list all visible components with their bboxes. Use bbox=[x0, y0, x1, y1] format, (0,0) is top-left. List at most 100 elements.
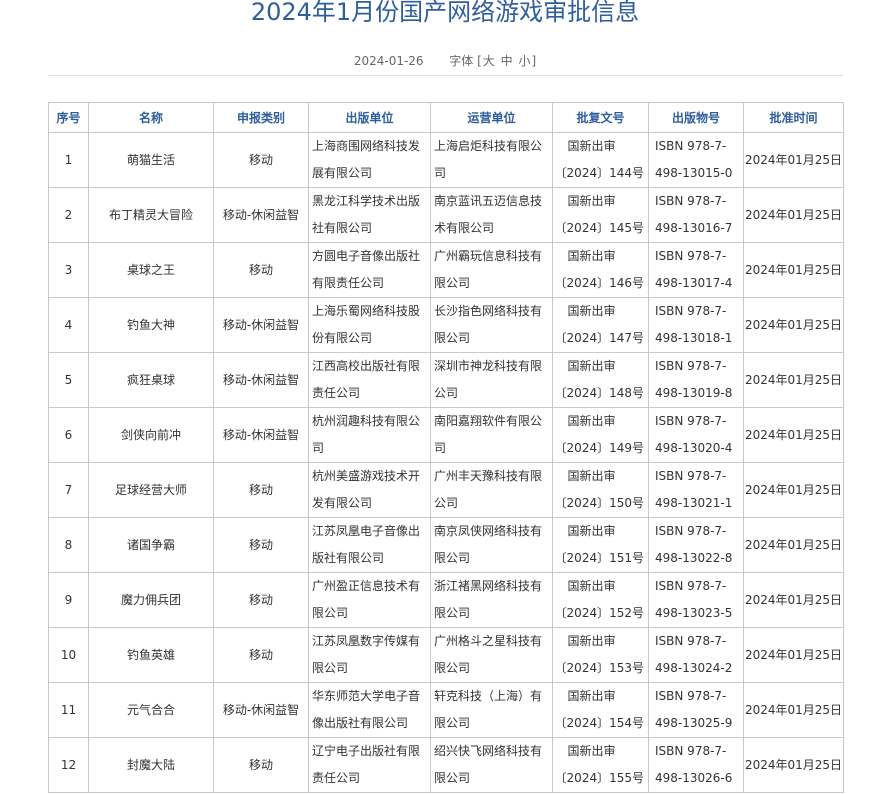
table-row: 5 疯狂桌球 移动-休闲益智 江西高校出版社有限责任公司 深圳市神龙科技有限公司 国新出审… bbox=[48, 352, 844, 408]
operator: 南阳嘉翔软件有限公司 bbox=[430, 407, 553, 463]
publisher: 江苏凤凰数字传媒有限公司 bbox=[308, 627, 431, 683]
approval-date: 2024年01月25日 bbox=[743, 517, 844, 573]
operator: 深圳市神龙科技有限公司 bbox=[430, 352, 553, 408]
header-cell: 申报类别 bbox=[213, 102, 309, 133]
game-name: 魔力佣兵团 bbox=[88, 572, 214, 628]
header-cell: 出版物号 bbox=[648, 102, 744, 133]
isbn: ISBN 978-7- 498-13015-0 bbox=[648, 132, 744, 188]
approval-line-1: 国新出审 bbox=[567, 414, 616, 428]
isbn-line-2: 498-13022-8 bbox=[655, 551, 733, 565]
approval-number: 国新出审 〔2024〕146号 bbox=[552, 242, 649, 298]
approval-number: 国新出审 〔2024〕144号 bbox=[552, 132, 649, 188]
approval-line-1: 国新出审 bbox=[567, 469, 616, 483]
approval-line-2: 〔2024〕151号 bbox=[554, 551, 644, 565]
divider bbox=[48, 75, 843, 76]
table-header-row: 序号 名称 申报类别 出版单位 运营单位 批复文号 出版物号 批准时间 bbox=[48, 102, 844, 133]
row-number: 3 bbox=[48, 242, 89, 298]
game-name: 足球经营大师 bbox=[88, 462, 214, 518]
header-cell: 运营单位 bbox=[430, 102, 553, 133]
approval-line-2: 〔2024〕154号 bbox=[554, 716, 644, 730]
isbn-line-2: 498-13023-5 bbox=[655, 606, 733, 620]
approval-table: 序号 名称 申报类别 出版单位 运营单位 批复文号 出版物号 批准时间 1 萌猫生… bbox=[48, 102, 844, 793]
isbn-line-2: 498-13016-7 bbox=[655, 221, 733, 235]
approval-number: 国新出审 〔2024〕155号 bbox=[552, 737, 649, 793]
approval-date: 2024年01月25日 bbox=[743, 737, 844, 793]
publisher: 华东师范大学电子音像出版社有限公司 bbox=[308, 682, 431, 738]
isbn-line-2: 498-13019-8 bbox=[655, 386, 733, 400]
font-size-bracket-open: [ bbox=[477, 54, 482, 68]
approval-line-1: 国新出审 bbox=[567, 304, 616, 318]
declared-category: 移动-休闲益智 bbox=[213, 352, 309, 408]
approval-line-2: 〔2024〕146号 bbox=[554, 276, 644, 290]
approval-date: 2024年01月25日 bbox=[743, 132, 844, 188]
operator: 广州霸玩信息科技有限公司 bbox=[430, 242, 553, 298]
isbn: ISBN 978-7- 498-13026-6 bbox=[648, 737, 744, 793]
isbn: ISBN 978-7- 498-13016-7 bbox=[648, 187, 744, 243]
isbn: ISBN 978-7- 498-13021-1 bbox=[648, 462, 744, 518]
approval-line-1: 国新出审 bbox=[567, 579, 616, 593]
game-name: 桌球之王 bbox=[88, 242, 214, 298]
publisher: 黑龙江科学技术出版社有限公司 bbox=[308, 187, 431, 243]
approval-line-1: 国新出审 bbox=[567, 689, 616, 703]
isbn: ISBN 978-7- 498-13022-8 bbox=[648, 517, 744, 573]
isbn-line-2: 498-13024-2 bbox=[655, 661, 733, 675]
isbn: ISBN 978-7- 498-13018-1 bbox=[648, 297, 744, 353]
font-size-large-link[interactable]: 大 bbox=[483, 54, 495, 68]
font-size-small-link[interactable]: 小 bbox=[518, 54, 530, 68]
row-number: 12 bbox=[48, 737, 89, 793]
page-title: 2024年1月份国产网络游戏审批信息 bbox=[250, 0, 640, 26]
row-number: 2 bbox=[48, 187, 89, 243]
font-size-medium-link[interactable]: 中 bbox=[501, 54, 513, 68]
publisher: 杭州美盛游戏技术开发有限公司 bbox=[308, 462, 431, 518]
table-row: 11 元气合合 移动-休闲益智 华东师范大学电子音像出版社有限公司 轩克科技（上海）有限… bbox=[48, 682, 844, 738]
operator: 广州格斗之星科技有限公司 bbox=[430, 627, 553, 683]
header-cell: 出版单位 bbox=[308, 102, 431, 133]
approval-date: 2024年01月25日 bbox=[743, 627, 844, 683]
isbn-line-1: ISBN 978-7- bbox=[655, 249, 727, 263]
publisher: 江西高校出版社有限责任公司 bbox=[308, 352, 431, 408]
table-row: 8 诸国争霸 移动 江苏凤凰电子音像出版社有限公司 南京凤侠网络科技有限公司 国新出审 〔2… bbox=[48, 517, 844, 573]
approval-number: 国新出审 〔2024〕145号 bbox=[552, 187, 649, 243]
publisher: 上海乐蜀网络科技股份有限公司 bbox=[308, 297, 431, 353]
isbn: ISBN 978-7- 498-13017-4 bbox=[648, 242, 744, 298]
declared-category: 移动 bbox=[213, 627, 309, 683]
font-size-label: 字体 bbox=[449, 54, 474, 68]
row-number: 11 bbox=[48, 682, 89, 738]
approval-line-2: 〔2024〕153号 bbox=[554, 661, 644, 675]
isbn-line-2: 498-13026-6 bbox=[655, 771, 733, 785]
operator: 上海启炬科技有限公司 bbox=[430, 132, 553, 188]
approval-line-2: 〔2024〕152号 bbox=[554, 606, 644, 620]
isbn-line-1: ISBN 978-7- bbox=[655, 579, 727, 593]
table-row: 3 桌球之王 移动 方圆电子音像出版社有限责任公司 广州霸玩信息科技有限公司 国新出审 〔2… bbox=[48, 242, 844, 298]
publisher: 方圆电子音像出版社有限责任公司 bbox=[308, 242, 431, 298]
isbn-line-1: ISBN 978-7- bbox=[655, 744, 727, 758]
approval-number: 国新出审〔2024〕148号 bbox=[552, 352, 649, 408]
game-name: 诸国争霸 bbox=[88, 517, 214, 573]
approval-line-1: 国新出审 bbox=[567, 744, 616, 758]
declared-category: 移动 bbox=[213, 132, 309, 188]
declared-category: 移动 bbox=[213, 572, 309, 628]
header-cell: 序号 bbox=[48, 102, 89, 133]
approval-number: 国新出审 〔2024〕153号 bbox=[552, 627, 649, 683]
row-number: 7 bbox=[48, 462, 89, 518]
isbn-line-1: ISBN 978-7- bbox=[655, 304, 727, 318]
approval-number: 国新出审 〔2024〕147号 bbox=[552, 297, 649, 353]
isbn-line-2: 498-13018-1 bbox=[655, 331, 733, 345]
publisher: 杭州润趣科技有限公司 bbox=[308, 407, 431, 463]
operator: 南京凤侠网络科技有限公司 bbox=[430, 517, 553, 573]
table-row: 9 魔力佣兵团 移动 广州盈正信息技术有限公司 浙江褚黑网络科技有限公司 国新出审 〔202… bbox=[48, 572, 844, 628]
operator: 广州丰天豫科技有限公司 bbox=[430, 462, 553, 518]
approval-line-1: 国新出审 bbox=[567, 359, 616, 373]
approval-line-1: 国新出审 bbox=[567, 139, 616, 153]
operator: 浙江褚黑网络科技有限公司 bbox=[430, 572, 553, 628]
approval-number: 国新出审〔2024〕154号 bbox=[552, 682, 649, 738]
approval-date: 2024年01月25日 bbox=[743, 187, 844, 243]
approval-line-2: 〔2024〕148号 bbox=[554, 386, 644, 400]
game-name: 元气合合 bbox=[88, 682, 214, 738]
table-row: 10 钓鱼英雄 移动 江苏凤凰数字传媒有限公司 广州格斗之星科技有限公司 国新出审 〔202… bbox=[48, 627, 844, 683]
declared-category: 移动 bbox=[213, 737, 309, 793]
game-name: 钓鱼大神 bbox=[88, 297, 214, 353]
declared-category: 移动 bbox=[213, 462, 309, 518]
isbn-line-1: ISBN 978-7- bbox=[655, 414, 727, 428]
game-name: 萌猫生活 bbox=[88, 132, 214, 188]
